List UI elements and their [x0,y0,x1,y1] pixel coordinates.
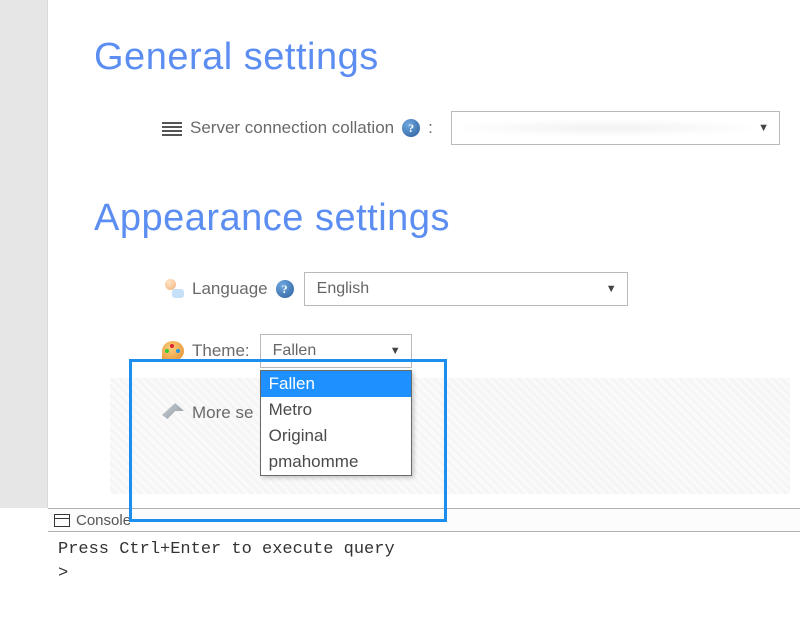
left-gutter [0,0,48,508]
theme-value: Fallen [273,342,317,360]
theme-dropdown: Fallen Metro Original pmahomme [260,370,412,476]
language-value: English [317,280,369,298]
chevron-down-icon: ▼ [390,345,401,357]
theme-option[interactable]: Original [261,423,411,449]
palette-icon [162,341,184,361]
language-icon [162,279,184,299]
theme-option[interactable]: Fallen [261,371,411,397]
collation-row: Server connection collation ? : ▼ [162,109,780,147]
theme-label-group: Theme: [162,341,250,361]
more-settings-label-group: More se [162,403,253,423]
help-icon[interactable]: ? [402,119,420,137]
more-settings-row: More se [162,394,780,432]
language-label-group: Language ? [162,279,294,299]
collation-label-group: Server connection collation ? : [162,118,441,138]
language-row: Language ? English ▼ [162,270,780,308]
console-hint: Press Ctrl+Enter to execute query [58,538,790,562]
chevron-down-icon: ▼ [606,283,617,295]
theme-select[interactable]: Fallen ▼ [260,334,412,368]
more-settings-link[interactable]: More se [192,403,253,423]
help-icon[interactable]: ? [276,280,294,298]
language-label: Language [192,279,268,299]
console-body[interactable]: Press Ctrl+Enter to execute query > [48,532,800,592]
collation-value [464,120,750,136]
wrench-icon [162,403,184,423]
collation-label: Server connection collation [190,118,394,138]
appearance-settings-heading: Appearance settings [94,197,780,240]
general-settings-heading: General settings [94,36,780,79]
console-toggle[interactable]: Console [48,508,800,532]
chevron-down-icon: ▼ [758,122,769,134]
console-icon [54,514,70,527]
theme-option[interactable]: pmahomme [261,449,411,475]
collation-colon: : [428,118,433,138]
collation-select[interactable]: ▼ [451,111,780,145]
theme-option[interactable]: Metro [261,397,411,423]
language-select[interactable]: English ▼ [304,272,628,306]
console-prompt: > [58,562,790,586]
console-title: Console [76,512,131,529]
list-icon [162,121,182,136]
theme-row: Theme: Fallen ▼ Fallen Metro Original pm… [162,332,780,370]
theme-label: Theme: [192,341,250,361]
